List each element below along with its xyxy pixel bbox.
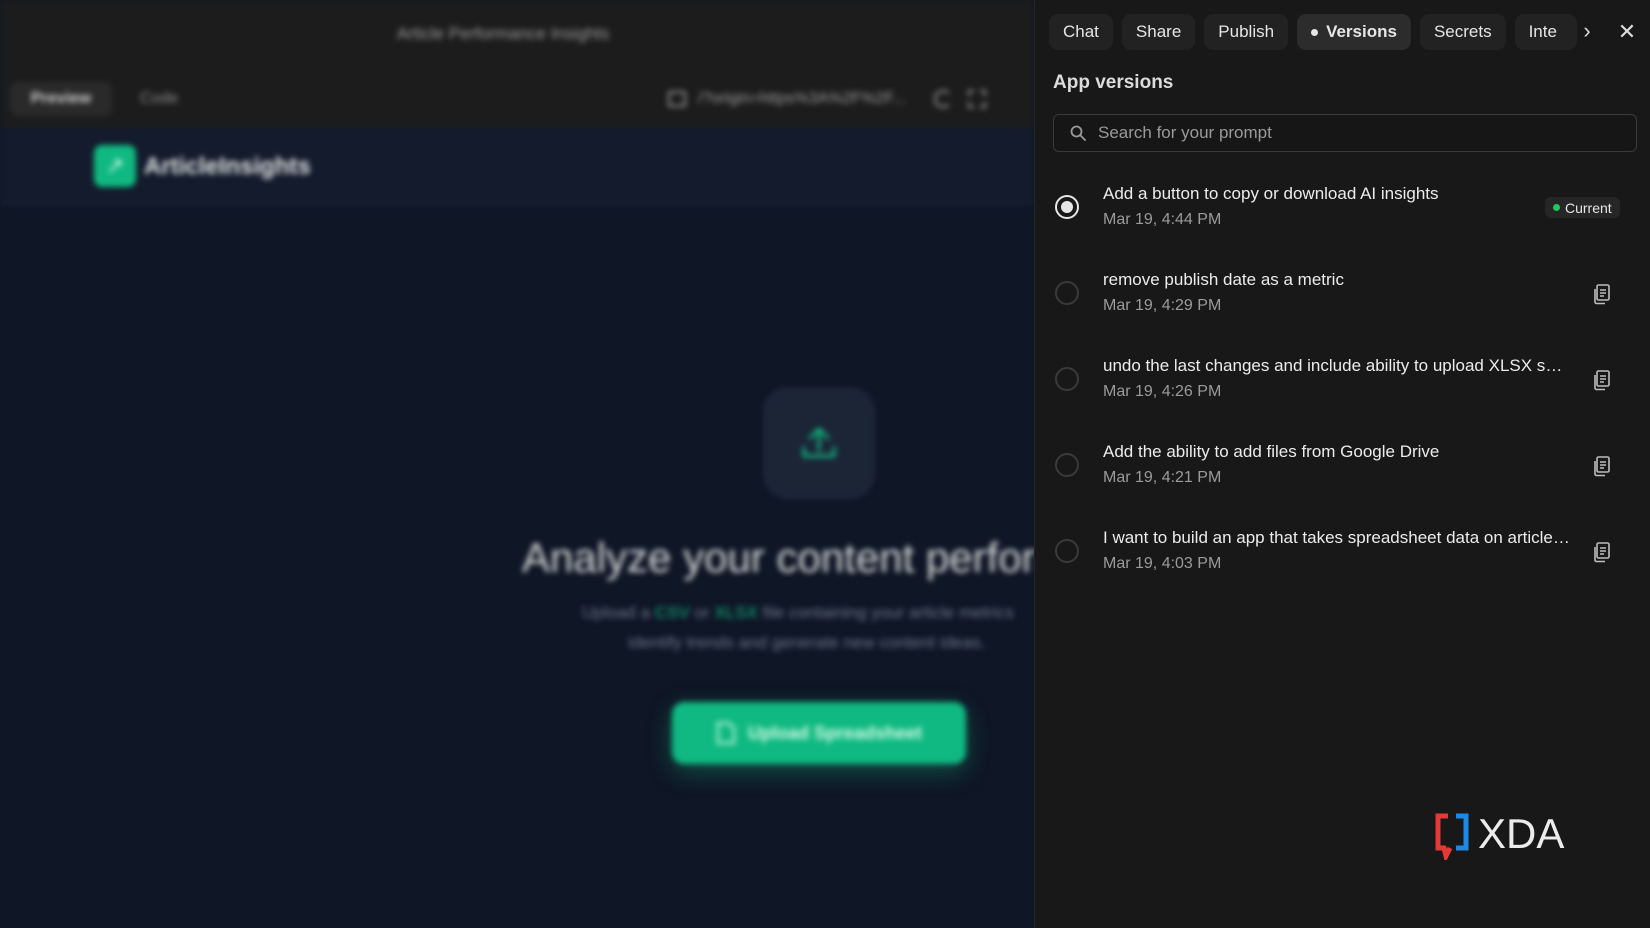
version-time: Mar 19, 4:29 PM xyxy=(1103,297,1222,314)
upload-spreadsheet-label: Upload Spreadsheet xyxy=(747,722,923,743)
file-icon xyxy=(716,722,735,744)
hero-sub-or: or xyxy=(689,603,715,622)
version-title: I want to build an app that takes spread… xyxy=(1103,528,1571,547)
version-item[interactable]: Add the ability to add files from Google… xyxy=(1035,422,1650,508)
screen: Article Performance Insights Preview Cod… xyxy=(0,0,1650,928)
hero-sub-prefix: Upload a xyxy=(582,603,655,622)
version-item[interactable]: remove publish date as a metric Mar 19, … xyxy=(1035,250,1650,336)
tab-publish[interactable]: Publish xyxy=(1204,14,1289,50)
active-dot-icon xyxy=(1311,28,1319,36)
status-dot-icon xyxy=(1553,204,1560,211)
search-icon xyxy=(1070,125,1086,141)
preview-blur-layer: Article Performance Insights Preview Cod… xyxy=(0,0,1034,928)
current-badge: Current xyxy=(1545,197,1620,218)
reload-icon[interactable] xyxy=(934,90,952,108)
upload-arrow-icon xyxy=(802,427,836,458)
xda-logo: XDA xyxy=(1435,810,1564,860)
chevron-right-icon[interactable]: › xyxy=(1575,20,1599,44)
upload-icon xyxy=(764,388,874,498)
version-radio[interactable] xyxy=(1055,539,1079,563)
hero-sub-csv: CSV xyxy=(654,603,690,622)
tab-label: Secrets xyxy=(1433,22,1492,41)
copy-icon[interactable] xyxy=(1592,369,1612,391)
preview-toolbar xyxy=(0,0,1034,128)
copy-icon[interactable] xyxy=(1592,283,1612,305)
tab-label: Chat xyxy=(1063,22,1099,41)
app-name: ArticleInsights xyxy=(144,153,311,180)
hero-title: Analyze your content perform xyxy=(522,534,1034,581)
fullscreen-icon[interactable] xyxy=(968,90,986,108)
panel-tabs: Chat Share Publish Versions Secrets Inte xyxy=(1049,14,1577,50)
preview-url[interactable]: /?origin=https%3A%2F%2F... xyxy=(698,90,906,108)
trend-icon: ↗ xyxy=(94,145,136,187)
upload-spreadsheet-button[interactable]: Upload Spreadsheet xyxy=(672,702,966,764)
tab-versions[interactable]: Versions xyxy=(1297,14,1411,50)
version-radio[interactable] xyxy=(1055,195,1079,219)
version-title: remove publish date as a metric xyxy=(1103,270,1344,289)
version-item[interactable]: I want to build an app that takes spread… xyxy=(1035,508,1650,594)
tab-chat[interactable]: Chat xyxy=(1049,14,1113,50)
tab-secrets[interactable]: Secrets xyxy=(1419,14,1506,50)
hero-subtitle-line1: Upload a CSV or XLSX file containing you… xyxy=(582,603,1014,623)
search-input[interactable] xyxy=(1098,115,1628,151)
app-preview-pane: Article Performance Insights Preview Cod… xyxy=(0,0,1034,928)
version-radio[interactable] xyxy=(1055,367,1079,391)
preview-title: Article Performance Insights xyxy=(396,24,610,43)
side-panel: Chat Share Publish Versions Secrets Inte… xyxy=(1034,0,1650,928)
open-window-icon[interactable] xyxy=(668,91,686,107)
tab-code[interactable]: Code xyxy=(140,90,178,108)
copy-icon[interactable] xyxy=(1592,541,1612,563)
search-box xyxy=(1053,114,1637,152)
version-time: Mar 19, 4:44 PM xyxy=(1103,211,1222,228)
hero-sub-xlsx: XLSX xyxy=(714,603,758,622)
version-item[interactable]: Add a button to copy or download AI insi… xyxy=(1035,164,1650,250)
version-title: Add the ability to add files from Google… xyxy=(1103,442,1440,461)
version-title: Add a button to copy or download AI insi… xyxy=(1103,184,1439,203)
tab-label: Versions xyxy=(1326,22,1397,41)
tab-integrations[interactable]: Inte xyxy=(1514,14,1577,50)
version-time: Mar 19, 4:03 PM xyxy=(1103,555,1222,572)
close-icon[interactable]: ✕ xyxy=(1613,18,1641,46)
version-radio[interactable] xyxy=(1055,281,1079,305)
tab-share[interactable]: Share xyxy=(1121,14,1196,50)
hero-sub-suffix: file containing your article metrics xyxy=(757,603,1014,622)
version-title: undo the last changes and include abilit… xyxy=(1103,356,1571,375)
version-time: Mar 19, 4:26 PM xyxy=(1103,383,1222,400)
hero-subtitle-line2: identify trends and generate new content… xyxy=(628,633,986,652)
tab-label: Share xyxy=(1135,22,1182,41)
panel-heading: App versions xyxy=(1053,72,1174,93)
version-radio[interactable] xyxy=(1055,453,1079,477)
current-label: Current xyxy=(1565,199,1612,216)
tab-label: Inte xyxy=(1528,22,1557,41)
tab-label: Publish xyxy=(1218,22,1275,41)
tab-preview[interactable]: Preview xyxy=(10,82,112,116)
copy-icon[interactable] xyxy=(1592,455,1612,477)
version-item[interactable]: undo the last changes and include abilit… xyxy=(1035,336,1650,422)
version-list: Add a button to copy or download AI insi… xyxy=(1035,164,1650,594)
xda-text: XDA xyxy=(1478,810,1564,857)
version-time: Mar 19, 4:21 PM xyxy=(1103,469,1222,486)
